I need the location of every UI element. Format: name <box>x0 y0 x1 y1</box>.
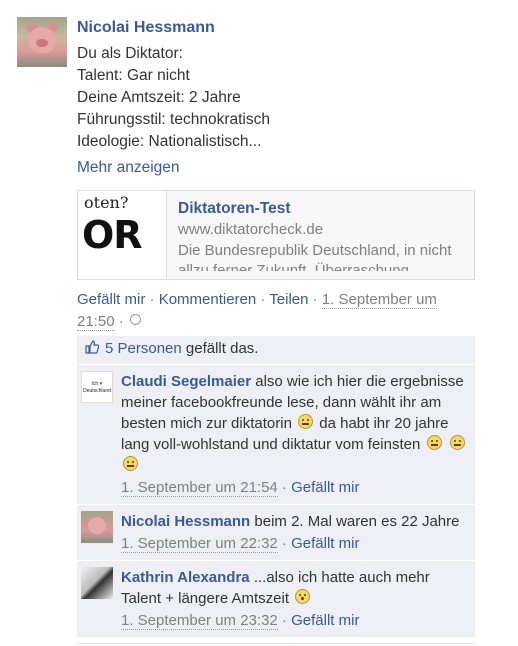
likes-count-link[interactable]: 5 Personen <box>105 340 182 357</box>
comment-link[interactable]: Kommentieren <box>159 291 257 308</box>
divider <box>77 643 475 644</box>
comment-body: Nicolai Hessmann beim 2. Mal waren es 22… <box>121 511 467 532</box>
commenter-name[interactable]: Nicolai Hessmann <box>121 513 250 530</box>
likes-sentence: 5 Personen gefällt das. <box>77 336 475 364</box>
comment-body: Claudi Segelmaier also wie ich hier die … <box>121 371 467 476</box>
post-actions: Gefällt mir · Kommentieren · Teilen · 1.… <box>77 289 477 333</box>
commenter-avatar[interactable]: Ich ♥ Deutschland <box>81 371 113 403</box>
smiley-icon <box>298 414 314 429</box>
avatar-text: Ich <box>91 381 99 387</box>
attachment-title[interactable]: Diktatoren-Test <box>178 199 466 219</box>
share-link[interactable]: Teilen <box>269 291 308 308</box>
message-line: Talent: Gar nicht <box>77 67 190 84</box>
separator: · <box>277 612 292 629</box>
avatar-text: Deutschland <box>83 388 111 394</box>
surprised-smiley-icon <box>295 589 311 604</box>
separator: · <box>145 291 159 308</box>
comment-like-link[interactable]: Gefällt mir <box>291 535 359 552</box>
smiley-icon <box>426 435 442 450</box>
separator: · <box>308 291 322 308</box>
commenter-name[interactable]: Kathrin Alexandra <box>121 569 250 586</box>
likes-suffix: gefällt das. <box>181 340 259 357</box>
smiley-icon <box>123 456 138 471</box>
comment-body: Kathrin Alexandra ...also ich hatte auch… <box>121 567 467 609</box>
comment-meta: 1. September um 22:32 · Gefällt mir <box>121 533 467 554</box>
attachment-thumbnail[interactable]: oten? OR <box>78 191 167 279</box>
message-line: Ideologie: Nationalistisch... <box>77 133 262 150</box>
attachment-description: Die Bundesrepublik Deutschland, in nicht… <box>178 242 452 271</box>
post-author-name[interactable]: Nicolai Hessmann <box>77 17 477 39</box>
comment-meta: 1. September um 21:54 · Gefällt mir <box>121 477 467 498</box>
comment-text: beim 2. Mal waren es 22 Jahre <box>250 513 460 530</box>
pig-face <box>88 517 106 534</box>
comment-meta: 1. September um 23:32 · Gefällt mir <box>121 610 467 631</box>
thumbnail-small-text: oten? <box>84 193 129 212</box>
post-author-avatar[interactable] <box>17 17 67 67</box>
commenter-avatar[interactable] <box>81 567 113 599</box>
comment-like-link[interactable]: Gefällt mir <box>291 479 359 496</box>
comment-like-link[interactable]: Gefällt mir <box>291 612 359 629</box>
commenter-avatar[interactable] <box>81 511 113 543</box>
commenter-name[interactable]: Claudi Segelmaier <box>121 373 251 390</box>
separator: · <box>256 291 270 308</box>
feedback-box: 5 Personen gefällt das. Ich ♥ Deutschlan… <box>77 336 475 637</box>
message-line: Führungsstil: technokratisch <box>77 111 270 128</box>
pig-snout <box>36 39 48 47</box>
link-attachment[interactable]: oten? OR Diktatoren-Test www.diktatorche… <box>77 190 475 280</box>
comment-timestamp[interactable]: 1. September um 21:54 <box>121 479 278 497</box>
comment-timestamp[interactable]: 1. September um 22:32 <box>121 535 278 553</box>
post-content: Nicolai Hessmann Du als Diktator: Talent… <box>77 17 477 179</box>
comment-timestamp[interactable]: 1. September um 23:32 <box>121 612 278 630</box>
heart-icon: ♥ <box>99 381 103 387</box>
message-line: Du als Diktator: <box>77 45 183 62</box>
comment: Nicolai Hessmann beim 2. Mal waren es 22… <box>77 504 475 560</box>
message-line: Deine Amtszeit: 2 Jahre <box>77 89 241 106</box>
thumbnail-big-text: OR <box>82 213 143 257</box>
separator: · <box>277 535 292 552</box>
smiley-icon <box>449 435 465 450</box>
comment: Kathrin Alexandra ...also ich hatte auch… <box>77 560 475 637</box>
attachment-url: www.diktatorcheck.de <box>178 221 324 238</box>
post-message: Du als Diktator: Talent: Gar nicht Deine… <box>77 43 477 153</box>
show-more-link[interactable]: Mehr anzeigen <box>77 157 477 179</box>
separator: · <box>277 479 292 496</box>
globe-icon <box>129 314 141 325</box>
separator: · <box>114 313 128 330</box>
thumbs-up-icon <box>85 340 99 354</box>
attachment-text: Diktatoren-Test www.diktatorcheck.de Die… <box>178 199 466 271</box>
like-link[interactable]: Gefällt mir <box>77 291 145 308</box>
comment: Ich ♥ Deutschland Claudi Segelmaier also… <box>77 364 475 504</box>
